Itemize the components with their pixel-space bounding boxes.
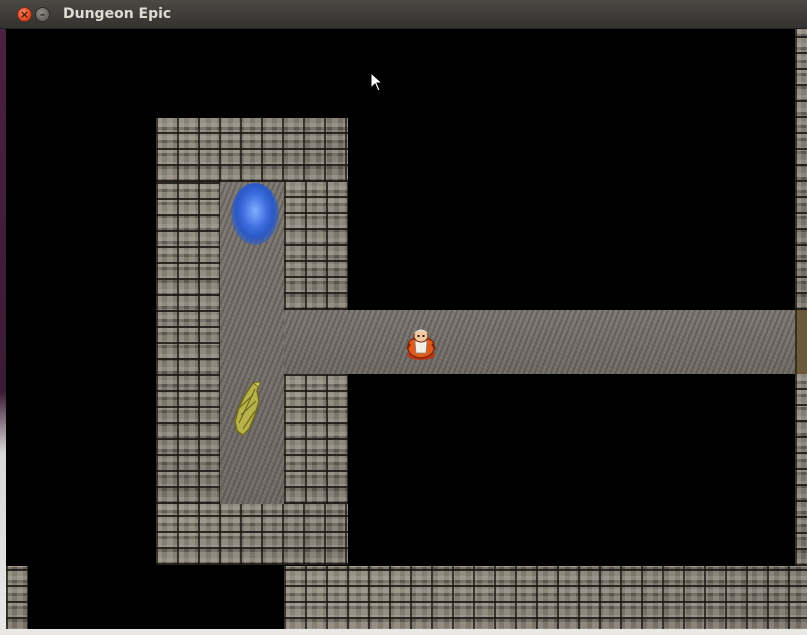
minimize-button[interactable]: – xyxy=(35,7,50,22)
stone-wall-left-column xyxy=(156,182,220,504)
blue-portal[interactable] xyxy=(231,183,279,245)
stone-wall-bottom-block xyxy=(156,504,348,565)
stone-wall-bottom-row xyxy=(284,566,807,635)
stone-wall-right-edge xyxy=(795,29,807,310)
seashell-item[interactable] xyxy=(233,381,261,437)
window-title: Dungeon Epic xyxy=(63,6,172,22)
stone-wall-bottom-left-edge xyxy=(6,566,28,635)
desktop-bottom-strip xyxy=(0,629,807,635)
game-canvas[interactable] xyxy=(6,29,807,635)
stone-wall-right-lower xyxy=(284,374,348,504)
stone-wall-right-edge-lower xyxy=(795,374,807,566)
player-character[interactable] xyxy=(404,327,438,361)
door-edge xyxy=(795,310,807,374)
close-button[interactable]: × xyxy=(17,7,32,22)
stone-wall-top-block xyxy=(156,118,348,182)
window-titlebar[interactable]: × – Dungeon Epic xyxy=(0,0,807,29)
close-icon: × xyxy=(19,8,30,21)
floor-horizontal-corridor xyxy=(284,310,795,374)
stone-wall-right-upper xyxy=(284,182,348,310)
minimize-icon: – xyxy=(39,8,46,21)
mouse-pointer-icon xyxy=(370,72,384,92)
